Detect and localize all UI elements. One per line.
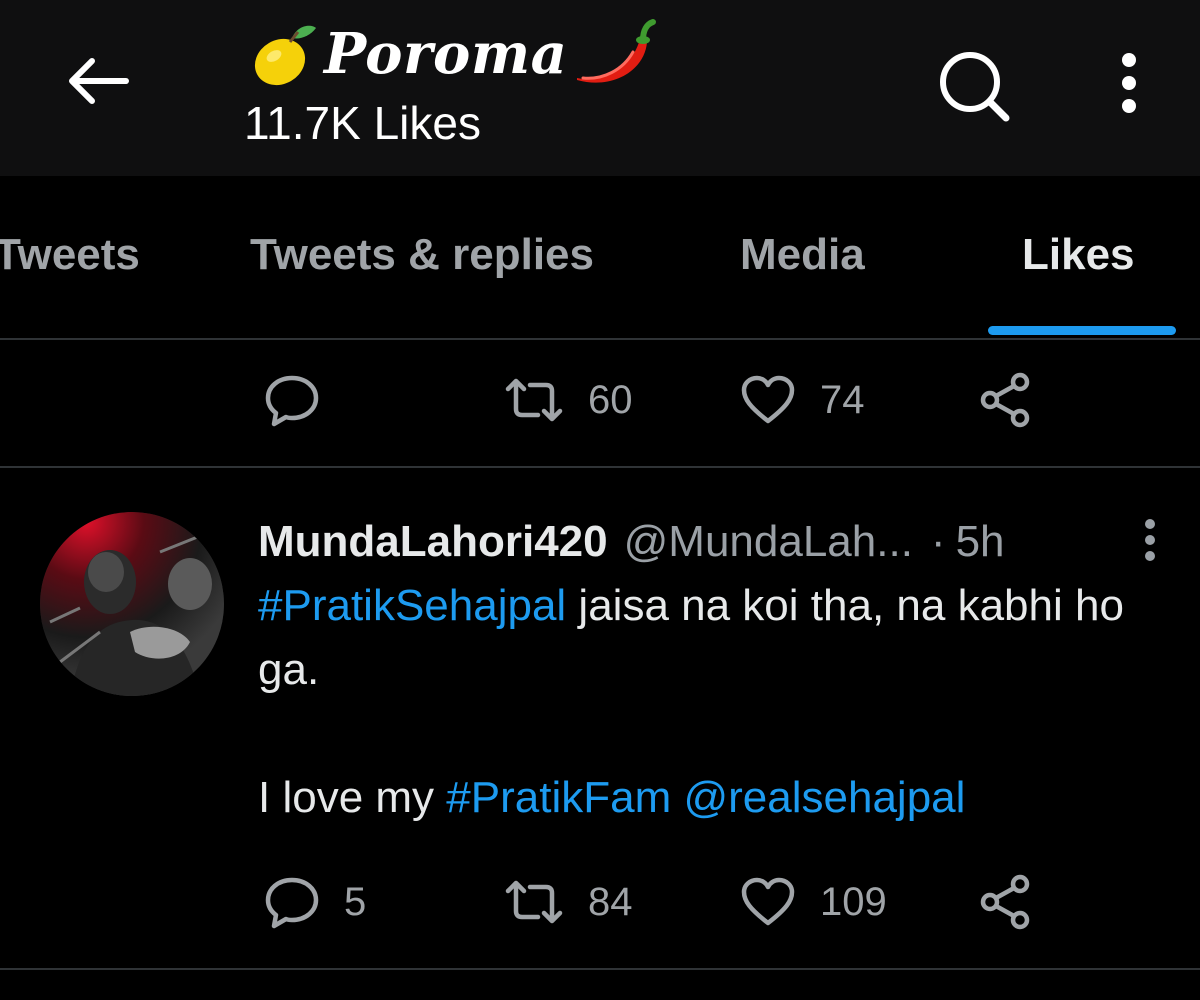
avatar-photo-icon: [40, 512, 224, 696]
reply-button[interactable]: 5: [264, 862, 366, 942]
profile-header: Poroma 11.7K Likes: [0, 0, 1200, 176]
chili-pepper-icon: [573, 18, 657, 90]
separator-dot: ·: [930, 517, 946, 566]
more-options-button[interactable]: [1106, 46, 1152, 126]
like-count: 109: [820, 879, 887, 924]
active-tab-indicator: [988, 326, 1176, 335]
tab-tweets-replies[interactable]: Tweets & replies: [250, 230, 594, 280]
retweet-button[interactable]: 60: [504, 360, 633, 440]
share-button[interactable]: [978, 862, 1034, 942]
tab-likes[interactable]: Likes: [1022, 230, 1135, 280]
back-button[interactable]: [58, 48, 136, 114]
author-name[interactable]: MundaLahori420: [258, 517, 608, 567]
retweet-count: 84: [588, 879, 633, 924]
mention-link[interactable]: @realsehajpal: [683, 773, 965, 822]
share-button[interactable]: [978, 360, 1034, 440]
profile-name: Poroma: [324, 21, 568, 87]
back-arrow-icon: [69, 58, 129, 104]
divider: [0, 968, 1200, 970]
heart-icon: [741, 877, 795, 926]
heart-icon: [741, 375, 795, 424]
lemon-icon: [246, 18, 318, 90]
profile-tabs: Tweets Tweets & replies Media Likes: [0, 176, 1200, 340]
search-button[interactable]: [934, 46, 1014, 126]
reply-button[interactable]: [264, 360, 320, 440]
retweet-icon: [505, 880, 563, 924]
profile-title: Poroma: [246, 14, 657, 94]
share-icon: [980, 372, 1030, 428]
tweet-header: MundaLahori420 @MundaLah... · 5h: [258, 512, 1005, 572]
avatar[interactable]: [40, 512, 224, 696]
search-icon: [940, 52, 1010, 122]
reply-count: 5: [344, 879, 367, 924]
more-vertical-icon: [1145, 519, 1155, 561]
tweet-actions: 5 84 109: [0, 862, 1200, 942]
likes-count: 11.7K Likes: [244, 97, 481, 149]
hashtag-link[interactable]: #PratikSehajpal: [258, 581, 566, 630]
hashtag-link[interactable]: #PratikFam: [446, 773, 671, 822]
retweet-count: 60: [588, 377, 633, 422]
retweet-button[interactable]: 84: [504, 862, 633, 942]
author-handle[interactable]: @MundaLah...: [624, 517, 913, 567]
previous-tweet-actions: 60 74: [0, 360, 1200, 440]
tweet-text: #PratikSehajpal jaisa na koi tha, na kab…: [258, 574, 1158, 830]
tab-tweets[interactable]: Tweets: [0, 230, 140, 280]
retweet-icon: [505, 378, 563, 422]
like-button[interactable]: 109: [740, 862, 887, 942]
tweet-text-part: I love my: [258, 773, 447, 822]
more-vertical-icon: [1122, 53, 1136, 113]
share-icon: [980, 874, 1030, 930]
reply-icon: [265, 877, 319, 929]
like-button[interactable]: 74: [740, 360, 865, 440]
reply-icon: [265, 375, 319, 427]
tweet-time[interactable]: 5h: [956, 517, 1005, 567]
tweet-more-button[interactable]: [1132, 512, 1168, 572]
tab-media[interactable]: Media: [740, 230, 865, 280]
like-count: 74: [820, 377, 865, 422]
divider: [0, 466, 1200, 468]
